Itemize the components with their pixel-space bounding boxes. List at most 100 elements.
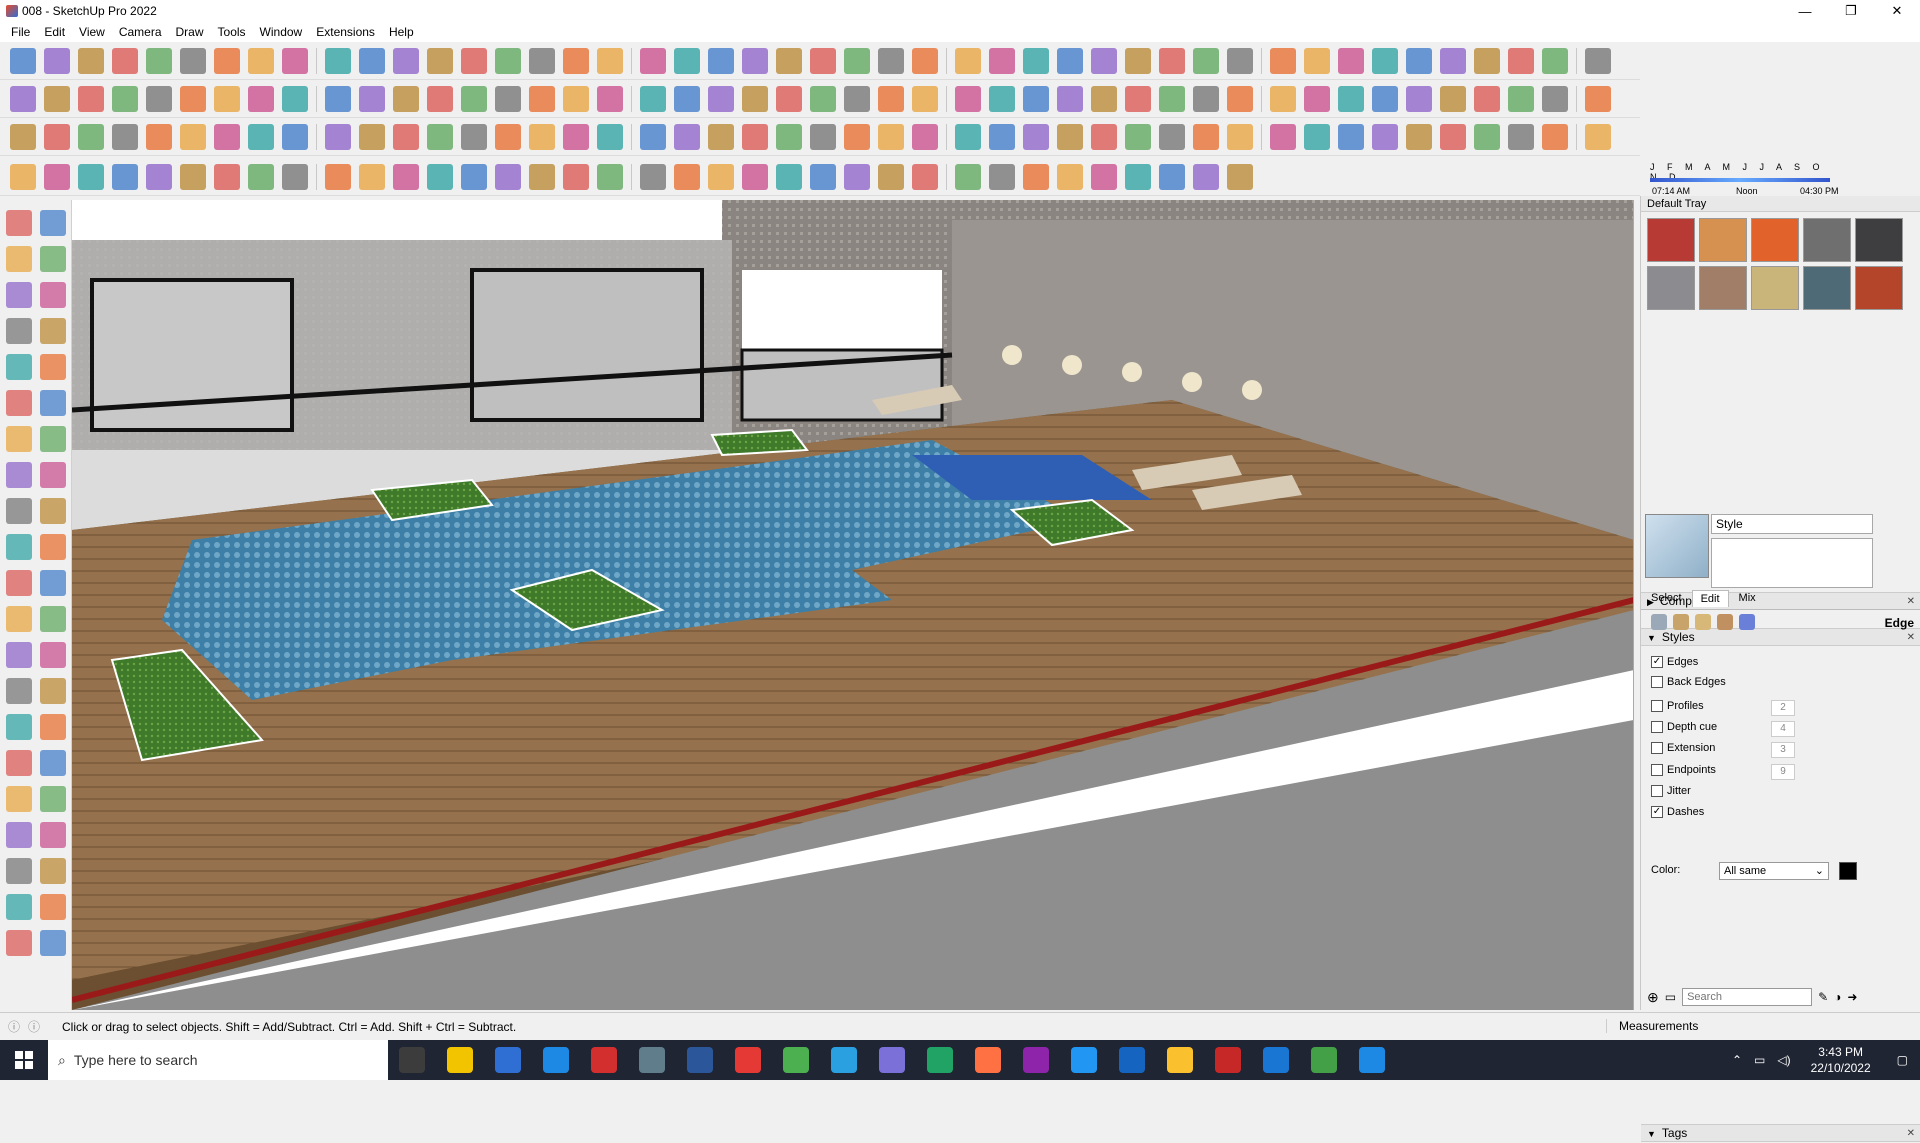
tool-icon[interactable] bbox=[1159, 85, 1185, 112]
taskbar-app-icon[interactable] bbox=[591, 1047, 617, 1073]
tool-icon[interactable] bbox=[1304, 123, 1330, 150]
tool-icon[interactable] bbox=[1227, 123, 1253, 150]
tool-icon[interactable] bbox=[1057, 85, 1083, 112]
tool-icon[interactable] bbox=[359, 123, 385, 150]
tool-icon[interactable] bbox=[325, 123, 351, 150]
tool-icon[interactable] bbox=[40, 210, 66, 236]
tool-icon[interactable] bbox=[844, 163, 870, 190]
tool-icon[interactable] bbox=[6, 642, 32, 668]
tool-icon[interactable] bbox=[461, 123, 487, 150]
tool-icon[interactable] bbox=[1023, 85, 1049, 112]
taskbar-app-icon[interactable] bbox=[543, 1047, 569, 1073]
tool-icon[interactable] bbox=[776, 163, 802, 190]
menu-window[interactable]: Window bbox=[253, 25, 310, 39]
tool-icon[interactable] bbox=[40, 894, 66, 920]
tool-icon[interactable] bbox=[1338, 85, 1364, 112]
taskbar-app-icon[interactable] bbox=[1359, 1047, 1385, 1073]
tool-icon[interactable] bbox=[40, 498, 66, 524]
tool-icon[interactable] bbox=[112, 123, 138, 150]
tool-icon[interactable] bbox=[325, 163, 351, 190]
tool-icon[interactable] bbox=[1091, 47, 1117, 74]
tool-icon[interactable] bbox=[214, 47, 240, 74]
tool-icon[interactable] bbox=[1338, 47, 1364, 74]
tool-icon[interactable] bbox=[6, 930, 32, 956]
edge-setting-value[interactable]: 9 bbox=[1771, 764, 1795, 780]
tool-icon[interactable] bbox=[1585, 123, 1611, 150]
tool-icon[interactable] bbox=[282, 123, 308, 150]
tool-icon[interactable] bbox=[6, 822, 32, 848]
tool-icon[interactable] bbox=[6, 714, 32, 740]
edge-setting-checkbox[interactable] bbox=[1651, 742, 1663, 754]
tool-icon[interactable] bbox=[10, 85, 36, 112]
tool-icon[interactable] bbox=[495, 85, 521, 112]
tool-icon[interactable] bbox=[40, 318, 66, 344]
tool-icon[interactable] bbox=[1159, 163, 1185, 190]
tool-icon[interactable] bbox=[742, 85, 768, 112]
tool-icon[interactable] bbox=[674, 47, 700, 74]
tool-icon[interactable] bbox=[248, 123, 274, 150]
edge-setting-checkbox[interactable] bbox=[1651, 676, 1663, 688]
start-button[interactable] bbox=[0, 1040, 48, 1080]
tool-icon[interactable] bbox=[640, 123, 666, 150]
tab-edit[interactable]: Edit bbox=[1691, 590, 1729, 607]
tool-icon[interactable] bbox=[1125, 163, 1151, 190]
taskbar-app-icon[interactable] bbox=[687, 1047, 713, 1073]
edge-setting-checkbox[interactable]: ✓ bbox=[1651, 806, 1663, 818]
tool-icon[interactable] bbox=[1406, 85, 1432, 112]
tool-icon[interactable] bbox=[6, 750, 32, 776]
tool-icon[interactable] bbox=[1193, 47, 1219, 74]
menu-file[interactable]: File bbox=[4, 25, 37, 39]
tool-icon[interactable] bbox=[6, 858, 32, 884]
tool-icon[interactable] bbox=[1304, 47, 1330, 74]
tool-icon[interactable] bbox=[776, 123, 802, 150]
tool-icon[interactable] bbox=[955, 85, 981, 112]
tool-icon[interactable] bbox=[282, 163, 308, 190]
tool-icon[interactable] bbox=[44, 163, 70, 190]
tool-icon[interactable] bbox=[912, 163, 938, 190]
tool-icon[interactable] bbox=[912, 47, 938, 74]
material-swatch[interactable] bbox=[1803, 218, 1851, 262]
tool-icon[interactable] bbox=[810, 85, 836, 112]
instructor-icon[interactable]: ⓘ bbox=[28, 1018, 40, 1035]
tool-icon[interactable] bbox=[180, 123, 206, 150]
tool-icon[interactable] bbox=[597, 85, 623, 112]
tool-icon[interactable] bbox=[989, 85, 1015, 112]
tool-icon[interactable] bbox=[44, 85, 70, 112]
tool-icon[interactable] bbox=[597, 163, 623, 190]
edge-setting-checkbox[interactable] bbox=[1651, 700, 1663, 712]
taskbar-app-icon[interactable] bbox=[495, 1047, 521, 1073]
tool-icon[interactable] bbox=[146, 163, 172, 190]
tool-icon[interactable] bbox=[1474, 47, 1500, 74]
tool-icon[interactable] bbox=[214, 85, 240, 112]
tool-icon[interactable] bbox=[325, 47, 351, 74]
taskbar-app-icon[interactable] bbox=[831, 1047, 857, 1073]
tool-icon[interactable] bbox=[1270, 85, 1296, 112]
tool-icon[interactable] bbox=[1159, 47, 1185, 74]
network-icon[interactable]: ▭ bbox=[1754, 1053, 1765, 1067]
tool-icon[interactable] bbox=[214, 123, 240, 150]
tool-icon[interactable] bbox=[563, 47, 589, 74]
tool-icon[interactable] bbox=[955, 123, 981, 150]
chevron-up-icon[interactable]: ⌃ bbox=[1732, 1053, 1742, 1067]
tool-icon[interactable] bbox=[563, 163, 589, 190]
tool-icon[interactable] bbox=[427, 123, 453, 150]
tool-icon[interactable] bbox=[40, 678, 66, 704]
notifications-icon[interactable]: ▢ bbox=[1897, 1053, 1908, 1067]
tool-icon[interactable] bbox=[640, 47, 666, 74]
tool-icon[interactable] bbox=[1474, 123, 1500, 150]
tool-icon[interactable] bbox=[955, 47, 981, 74]
close-button[interactable]: ✕ bbox=[1874, 0, 1920, 22]
tool-icon[interactable] bbox=[1227, 85, 1253, 112]
tool-icon[interactable] bbox=[248, 85, 274, 112]
taskbar-app-icon[interactable] bbox=[735, 1047, 761, 1073]
tool-icon[interactable] bbox=[495, 47, 521, 74]
geolocation-icon[interactable]: ⓘ bbox=[8, 1018, 20, 1035]
tool-icon[interactable] bbox=[6, 606, 32, 632]
menu-draw[interactable]: Draw bbox=[169, 25, 211, 39]
tab-mix[interactable]: Mix bbox=[1731, 590, 1764, 607]
tool-icon[interactable] bbox=[6, 570, 32, 596]
tool-icon[interactable] bbox=[214, 163, 240, 190]
tool-icon[interactable] bbox=[112, 163, 138, 190]
tool-icon[interactable] bbox=[6, 246, 32, 272]
tool-icon[interactable] bbox=[1542, 123, 1568, 150]
